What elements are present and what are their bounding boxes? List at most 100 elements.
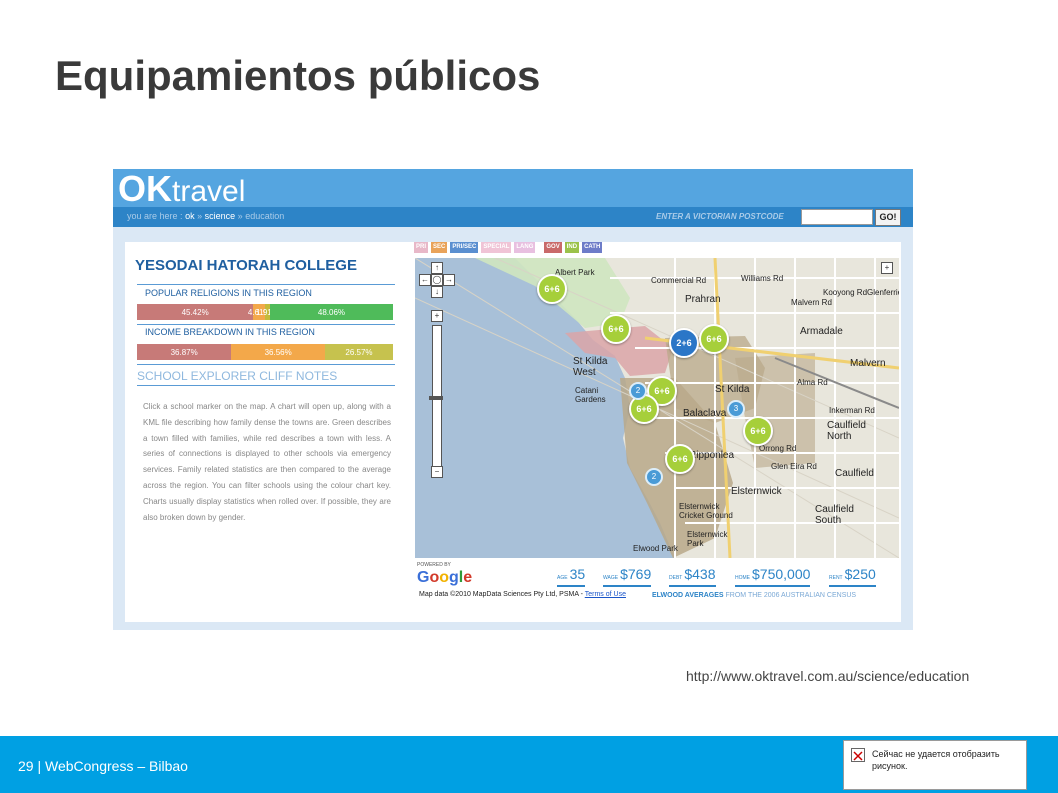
school-cluster-marker[interactable]: 2	[645, 468, 663, 486]
map-label-prahran: Prahran	[685, 294, 721, 305]
school-marker[interactable]: 6+6	[665, 444, 695, 474]
powered-by-label: POWERED BY	[417, 562, 451, 568]
stat-value: $438	[684, 566, 716, 582]
broken-image-icon	[851, 748, 865, 762]
stat-value: $769	[620, 566, 652, 582]
map-label-williams-rd: Williams Rd	[741, 274, 784, 283]
school-cluster-marker[interactable]: 3	[727, 400, 745, 418]
map-label-elsternwick-park: Elsternwick Park	[687, 530, 728, 548]
map-label-malvern: Malvern	[850, 358, 886, 369]
map-attribution: Map data ©2010 MapData Sciences Pty Ltd,…	[419, 591, 626, 598]
religions-segment[interactable]: 45.42%	[137, 304, 254, 320]
pan-up-button[interactable]: ↑	[431, 262, 443, 274]
filter-cath[interactable]: CATH	[582, 242, 603, 253]
cliff-notes-title: SCHOOL EXPLORER CLIFF NOTES	[137, 369, 338, 383]
google-logo-letter: e	[463, 569, 473, 586]
map-label-elsternwick-cricket-ground: Elsternwick Cricket Ground	[679, 502, 733, 520]
map-label-caulfield-south: Caulfield South	[815, 504, 854, 526]
map-label-elsternwick: Elsternwick	[731, 486, 782, 497]
google-logo[interactable]: Google	[417, 569, 472, 587]
divider	[137, 324, 395, 325]
map-expand-button[interactable]: +	[881, 262, 893, 274]
school-marker[interactable]: 6+6	[537, 274, 567, 304]
filter-lang[interactable]: LANG	[514, 242, 536, 253]
source-url[interactable]: http://www.oktravel.com.au/science/educa…	[686, 668, 969, 684]
map-label-catani-gardens: Catani Gardens	[575, 386, 606, 404]
breadcrumb: you are here : ok » science » education	[127, 211, 284, 221]
google-logo-letter: o	[439, 569, 450, 586]
income-segment[interactable]: 36.87%	[137, 344, 232, 360]
school-marker[interactable]: 6+6	[699, 324, 729, 354]
pan-center-button[interactable]: ◯	[431, 274, 443, 286]
school-marker[interactable]: 6+6	[601, 314, 631, 344]
google-logo-letter: G	[417, 569, 430, 586]
map-label-caulfield-north: Caulfield North	[827, 420, 866, 442]
map[interactable]: ↑ ← → ◯ ↓ + − + Albert Park Prahran Arma…	[415, 258, 899, 558]
breadcrumb-separator: »	[237, 211, 243, 221]
map-label-elwood-park: Elwood Park	[633, 544, 678, 553]
income-bar[interactable]: 36.87% 36.56% 26.57%	[137, 344, 393, 360]
zoom-in-button[interactable]: +	[431, 310, 443, 322]
income-title: INCOME BREAKDOWN IN THIS REGION	[145, 327, 315, 337]
logo-ok: OK	[118, 169, 172, 209]
school-cluster-marker[interactable]: 2	[629, 382, 647, 400]
map-label-albert-park: Albert Park	[555, 268, 595, 277]
google-logo-letter: o	[429, 569, 440, 586]
stat-rent: RENT $250	[829, 566, 876, 587]
map-label-malvern-rd: Malvern Rd	[791, 298, 832, 307]
footer-text: 29 | WebCongress – Bilbao	[18, 758, 188, 774]
stat-label: HOME	[735, 575, 750, 581]
income-segment[interactable]: 36.56%	[231, 344, 325, 360]
map-label-caulfield: Caulfield	[835, 468, 874, 479]
zoom-slider-handle[interactable]	[429, 396, 443, 400]
college-name: YESODAI HATORAH COLLEGE	[135, 257, 357, 274]
postcode-input[interactable]	[801, 209, 873, 225]
pan-down-button[interactable]: ↓	[431, 286, 443, 298]
stat-home: HOME $750,000	[735, 566, 811, 587]
go-button[interactable]: GO!	[875, 209, 901, 226]
map-label-orrong-rd: Orrong Rd	[759, 444, 797, 453]
broken-image-message: Сейчас не удается отобразить рисунок.	[872, 749, 1000, 771]
terms-of-use-link[interactable]: Terms of Use	[585, 591, 626, 598]
divider	[137, 385, 395, 386]
slide-title: Equipamientos públicos	[55, 52, 541, 99]
map-label-ripponlea: Ripponlea	[689, 450, 735, 461]
stat-value: $250	[844, 566, 876, 582]
stat-debt: DEBT $438	[669, 566, 716, 587]
school-marker-selected[interactable]: 2+6	[669, 328, 699, 358]
breadcrumb-item-ok[interactable]: ok	[185, 211, 195, 221]
stat-label: RENT	[829, 575, 843, 581]
filter-pri-sec[interactable]: PRI/SEC	[450, 242, 479, 253]
religions-bar[interactable]: 45.42% 4.61% 1.91% 48.06%	[137, 304, 393, 320]
stat-wage: WAGE $769	[603, 566, 652, 587]
filter-special[interactable]: SPECIAL	[481, 242, 512, 253]
logo-travel: travel	[172, 175, 246, 208]
google-logo-letter: g	[449, 569, 459, 586]
slide-footer: 29 | WebCongress – Bilbao Сейчас не удае…	[0, 736, 1058, 793]
zoom-out-button[interactable]: −	[431, 466, 443, 478]
filter-pri[interactable]: PRI	[414, 242, 429, 253]
site-header: OKtravel	[113, 169, 913, 210]
breadcrumb-item-education: education	[245, 211, 285, 221]
divider	[137, 364, 395, 365]
filter-sec[interactable]: SEC	[431, 242, 448, 253]
filter-ind[interactable]: IND	[564, 242, 580, 253]
broken-image-placeholder: Сейчас не удается отобразить рисунок.	[843, 740, 1027, 790]
filter-gov[interactable]: GOV	[544, 242, 562, 253]
income-segment[interactable]: 26.57%	[324, 344, 393, 360]
attribution-text: Map data ©2010 MapData Sciences Pty Ltd,…	[419, 591, 583, 598]
embedded-screenshot: OKtravel you are here : ok » science » e…	[113, 169, 913, 630]
breadcrumb-prefix: you are here :	[127, 211, 183, 221]
pan-left-button[interactable]: ←	[419, 274, 431, 286]
map-label-armadale: Armadale	[800, 326, 843, 337]
stat-label: DEBT	[669, 575, 683, 581]
breadcrumb-item-science[interactable]: science	[205, 211, 236, 221]
religions-segment[interactable]: 48.06%	[269, 304, 393, 320]
oktravel-logo[interactable]: OKtravel	[118, 169, 245, 210]
postcode-label: ENTER A VICTORIAN POSTCODE	[656, 212, 784, 221]
averages-label: ELWOOD AVERAGES FROM THE 2006 AUSTRALIAN…	[652, 592, 856, 599]
school-marker[interactable]: 6+6	[743, 416, 773, 446]
stat-label: AGE	[557, 575, 568, 581]
pan-right-button[interactable]: →	[443, 274, 455, 286]
map-label-balaclava: Balaclava	[683, 408, 727, 419]
